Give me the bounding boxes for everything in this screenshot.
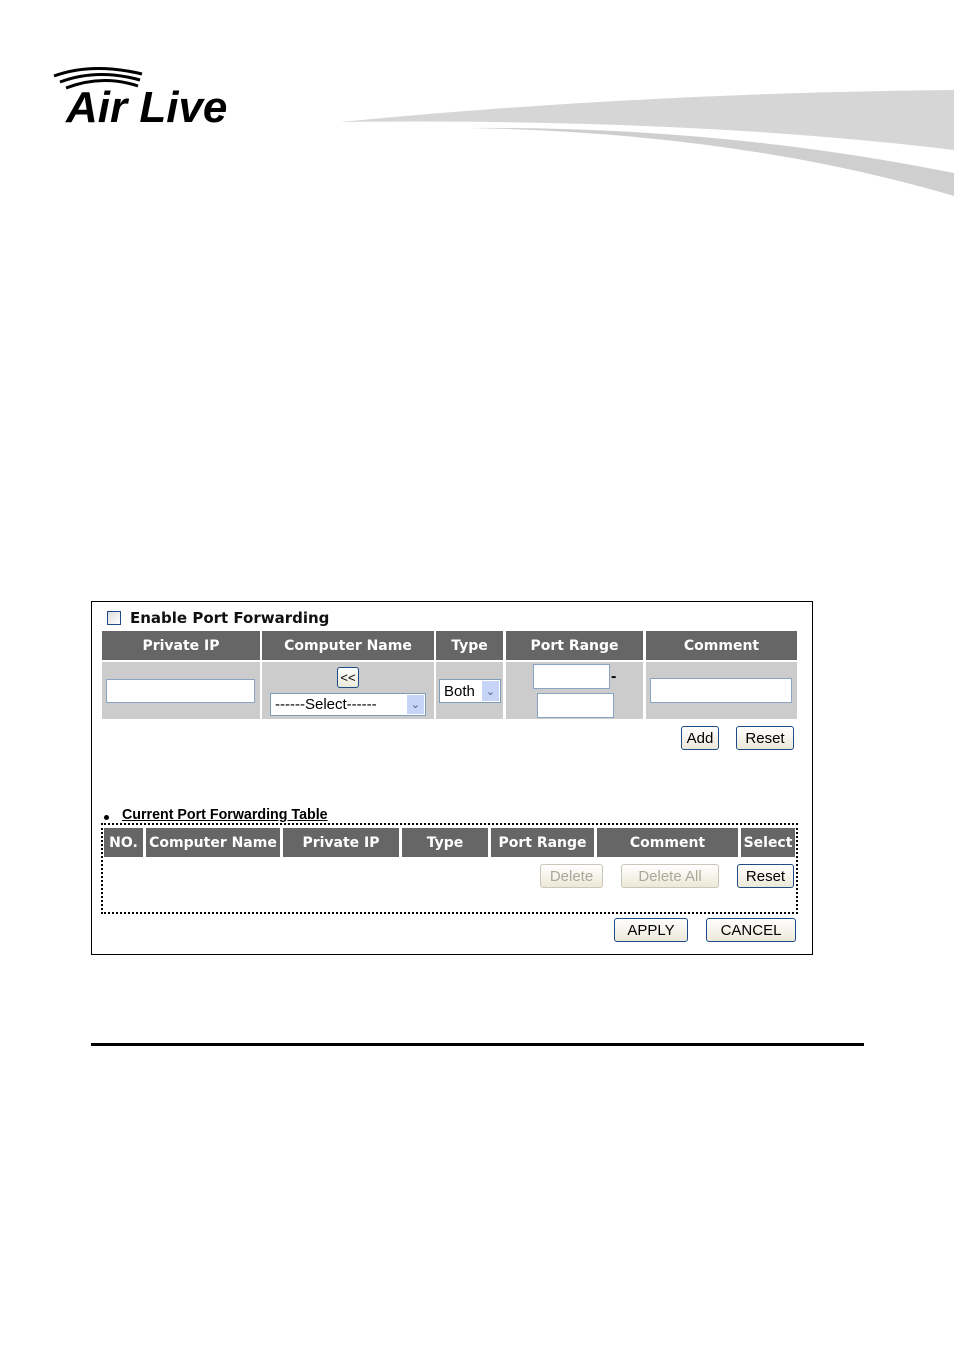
private-ip-input[interactable] <box>106 679 255 703</box>
header-swoosh-icon <box>340 90 954 196</box>
col-computer-name: Computer Name <box>262 631 434 660</box>
computer-name-select[interactable]: ------Select------ ⌄ <box>270 693 426 716</box>
col-select: Select <box>741 828 795 857</box>
type-select[interactable]: Both ⌄ <box>439 679 501 703</box>
col-private-ip: Private IP <box>283 828 399 857</box>
add-button[interactable]: Add <box>681 726 719 750</box>
port-end-input[interactable] <box>537 693 614 718</box>
col-type: Type <box>402 828 488 857</box>
chevron-down-icon: ⌄ <box>407 695 424 714</box>
logo-swoosh-icon: Air Live <box>53 67 227 132</box>
bullet-icon <box>104 815 109 820</box>
table-title: Current Port Forwarding Table <box>122 806 328 823</box>
enable-checkbox[interactable] <box>107 611 121 625</box>
port-start-input[interactable] <box>533 664 610 689</box>
delete-button[interactable]: Delete <box>540 864 603 888</box>
col-port-range: Port Range <box>491 828 594 857</box>
delete-all-button[interactable]: Delete All <box>621 864 719 888</box>
col-comment: Comment <box>597 828 738 857</box>
col-type: Type <box>436 631 503 660</box>
computer-name-value: ------Select------ <box>275 696 377 713</box>
svg-text:Air Live: Air Live <box>65 83 227 132</box>
col-no: NO. <box>104 828 143 857</box>
col-computer-name: Computer Name <box>146 828 280 857</box>
reset-table-button[interactable]: Reset <box>737 864 794 888</box>
comment-input[interactable] <box>650 678 792 703</box>
type-value: Both <box>444 682 475 700</box>
cancel-button[interactable]: CANCEL <box>706 918 796 942</box>
apply-button[interactable]: APPLY <box>614 918 688 942</box>
reset-form-button[interactable]: Reset <box>736 726 794 750</box>
copy-name-button[interactable]: << <box>337 667 359 688</box>
col-private-ip: Private IP <box>102 631 260 660</box>
col-port-range: Port Range <box>506 631 643 660</box>
range-dash: - <box>611 668 617 685</box>
enable-label: Enable Port Forwarding <box>130 609 330 627</box>
chevron-down-icon: ⌄ <box>482 681 499 701</box>
logo: Air Live <box>52 62 277 132</box>
col-comment: Comment <box>646 631 797 660</box>
footer-rule <box>91 1043 864 1046</box>
